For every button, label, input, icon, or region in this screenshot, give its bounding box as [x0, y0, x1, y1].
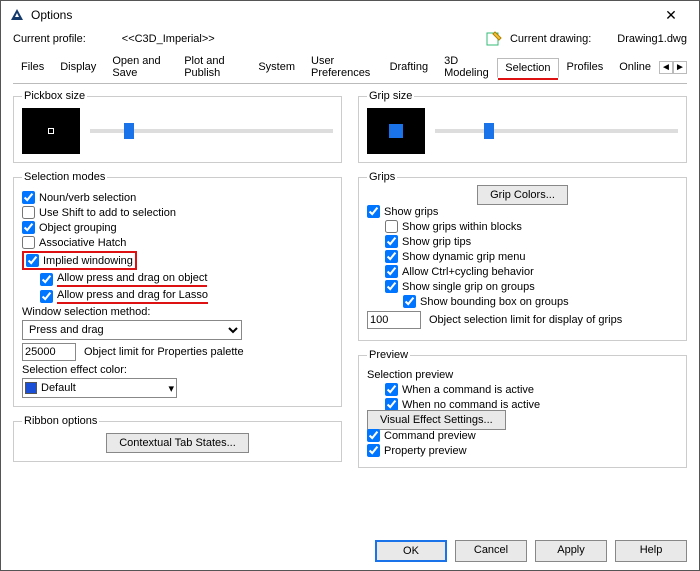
drawing-icon — [486, 31, 502, 47]
chk-object-grouping[interactable]: Object grouping — [22, 221, 333, 234]
visual-effect-settings-button[interactable]: Visual Effect Settings... — [367, 410, 506, 430]
ribbon-legend: Ribbon options — [22, 415, 99, 427]
gripsize-legend: Grip size — [367, 90, 414, 102]
obj-limit-input[interactable] — [22, 343, 76, 361]
window-title: Options — [31, 8, 72, 22]
close-button[interactable]: ✕ — [651, 7, 691, 24]
selection-modes-group: Selection modes Noun/verb selection Use … — [13, 171, 342, 407]
tab-plot-publish[interactable]: Plot and Publish — [176, 51, 250, 83]
sel-effect-label: Selection effect color: — [22, 364, 333, 376]
chk-cmd-active[interactable]: When a command is active — [385, 383, 678, 396]
obj-limit-label: Object limit for Properties palette — [84, 346, 244, 358]
pickbox-slider[interactable] — [90, 129, 333, 133]
ok-button[interactable]: OK — [375, 540, 447, 562]
tab-system[interactable]: System — [250, 57, 303, 77]
chk-show-grips[interactable]: Show grips — [367, 205, 678, 218]
chevron-down-icon: ▾ — [168, 382, 174, 395]
grips-legend: Grips — [367, 171, 397, 183]
help-button[interactable]: Help — [615, 540, 687, 562]
chk-bbox-group[interactable]: Show bounding box on groups — [403, 295, 678, 308]
app-icon — [9, 7, 25, 23]
tab-display[interactable]: Display — [52, 57, 104, 77]
tab-drafting[interactable]: Drafting — [382, 57, 437, 77]
gripsize-preview — [367, 108, 425, 154]
current-profile-label: Current profile: — [13, 33, 86, 45]
apply-button[interactable]: Apply — [535, 540, 607, 562]
pickbox-group: Pickbox size — [13, 90, 342, 163]
win-sel-method-label: Window selection method: — [22, 306, 333, 318]
grips-group: Grips Grip Colors... Show grips Show gri… — [358, 171, 687, 341]
chk-assoc-hatch[interactable]: Associative Hatch — [22, 236, 333, 249]
sel-preview-label: Selection preview — [367, 369, 678, 381]
chk-shift-add[interactable]: Use Shift to add to selection — [22, 206, 333, 219]
color-swatch — [25, 382, 37, 394]
tab-scroll[interactable]: ◄► — [659, 61, 687, 74]
pickbox-preview — [22, 108, 80, 154]
tab-profiles[interactable]: Profiles — [559, 57, 612, 77]
chk-dyn-grip-menu[interactable]: Show dynamic grip menu — [385, 250, 678, 263]
tab-selection[interactable]: Selection — [497, 58, 558, 78]
chk-ctrl-cycle[interactable]: Allow Ctrl+cycling behavior — [385, 265, 678, 278]
pickbox-legend: Pickbox size — [22, 90, 87, 102]
contextual-tab-states-button[interactable]: Contextual Tab States... — [106, 433, 249, 453]
ribbon-options-group: Ribbon options Contextual Tab States... — [13, 415, 342, 462]
grip-obj-limit-input[interactable] — [367, 311, 421, 329]
sel-effect-color[interactable]: Default ▾ — [22, 378, 177, 398]
chk-press-drag-lasso[interactable]: Allow press and drag for Lasso — [40, 289, 333, 304]
grip-colors-button[interactable]: Grip Colors... — [477, 185, 568, 205]
gripsize-group: Grip size — [358, 90, 687, 163]
chk-grips-blocks[interactable]: Show grips within blocks — [385, 220, 678, 233]
chk-press-drag-object[interactable]: Allow press and drag on object — [40, 272, 333, 287]
title-bar: Options ✕ — [1, 1, 699, 29]
tab-files[interactable]: Files — [13, 57, 52, 77]
tab-3d-modeling[interactable]: 3D Modeling — [436, 51, 497, 83]
tab-open-save[interactable]: Open and Save — [104, 51, 176, 83]
chk-noun-verb[interactable]: Noun/verb selection — [22, 191, 333, 204]
chk-cmd-preview[interactable]: Command preview — [367, 429, 678, 442]
current-drawing-label: Current drawing: — [510, 33, 591, 45]
gripsize-slider[interactable] — [435, 129, 678, 133]
current-drawing-value: Drawing1.dwg — [617, 33, 687, 45]
preview-legend: Preview — [367, 349, 410, 361]
chk-grip-tips[interactable]: Show grip tips — [385, 235, 678, 248]
chk-implied-windowing[interactable]: Implied windowing — [22, 251, 137, 270]
chk-single-group[interactable]: Show single grip on groups — [385, 280, 678, 293]
dialog-buttons: OK Cancel Apply Help — [375, 540, 687, 562]
tabs: Files Display Open and Save Plot and Pub… — [13, 51, 687, 84]
tab-user-pref[interactable]: User Preferences — [303, 51, 382, 83]
tab-online[interactable]: Online — [611, 57, 659, 77]
current-profile-value: <<C3D_Imperial>> — [122, 33, 215, 45]
info-row: Current profile: <<C3D_Imperial>> Curren… — [1, 29, 699, 51]
win-sel-method[interactable]: Press and drag — [22, 320, 242, 340]
grip-obj-limit-label: Object selection limit for display of gr… — [429, 314, 622, 326]
selection-modes-legend: Selection modes — [22, 171, 107, 183]
chk-prop-preview[interactable]: Property preview — [367, 444, 678, 457]
preview-group: Preview Selection preview When a command… — [358, 349, 687, 468]
cancel-button[interactable]: Cancel — [455, 540, 527, 562]
